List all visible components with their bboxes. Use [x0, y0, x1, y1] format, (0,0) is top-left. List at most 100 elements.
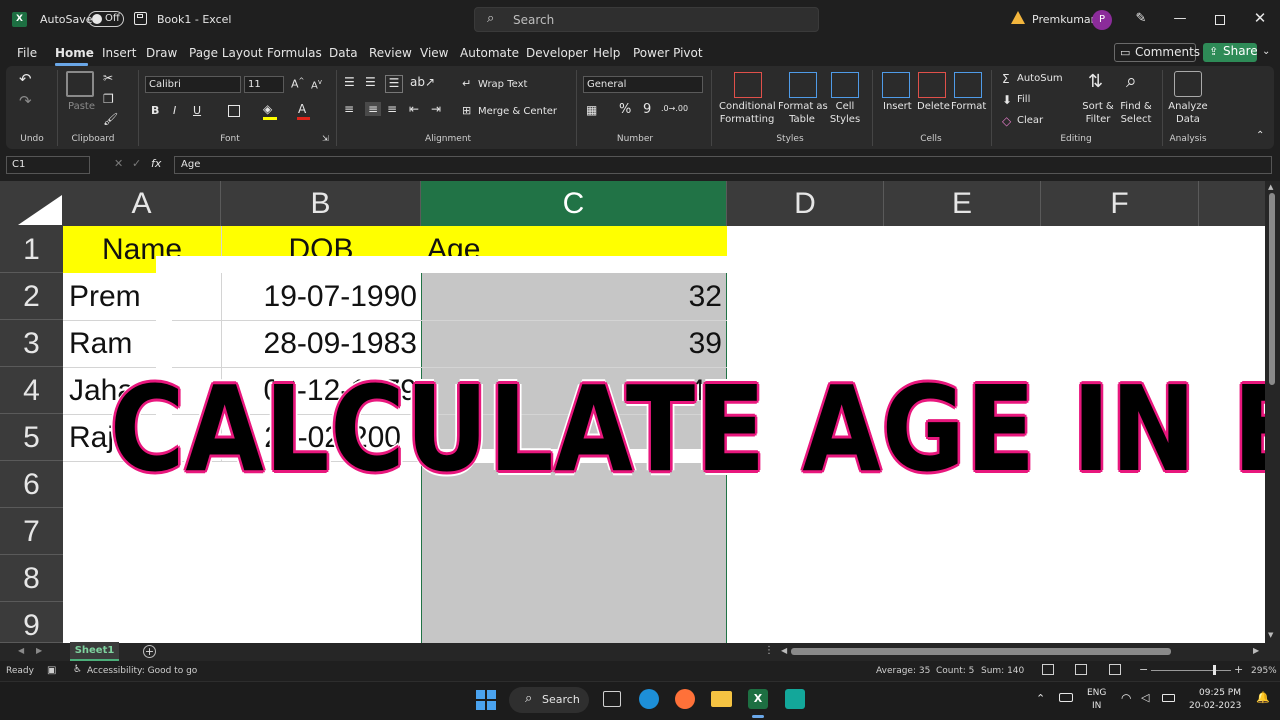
sum-status[interactable]: Sum: 140 — [981, 666, 1024, 676]
search-box[interactable]: ⌕ Search — [474, 7, 819, 32]
increase-font-icon[interactable]: A^ — [291, 77, 304, 91]
row-header-9[interactable]: 9 — [0, 602, 63, 643]
save-icon[interactable] — [134, 12, 147, 25]
delete-cells-icon[interactable] — [918, 72, 946, 98]
battery-icon[interactable] — [1162, 694, 1175, 702]
row-header-7[interactable]: 7 — [0, 508, 63, 555]
borders-icon[interactable] — [228, 105, 240, 117]
vertical-scroll-thumb[interactable] — [1269, 193, 1275, 385]
tab-help[interactable]: Help — [593, 46, 620, 60]
format-painter-icon[interactable]: 🖌 — [103, 112, 118, 126]
row-header-8[interactable]: 8 — [0, 555, 63, 602]
insert-button[interactable]: Insert — [883, 101, 912, 112]
conditional-formatting-button[interactable]: Conditional Formatting — [719, 100, 776, 126]
format-button[interactable]: Format — [951, 101, 986, 112]
analyze-data-icon[interactable] — [1174, 71, 1202, 97]
accessibility-status[interactable]: Accessibility: Good to go — [87, 666, 197, 676]
accessibility-icon[interactable]: ♿ — [73, 664, 82, 675]
share-button[interactable]: ⇪ Share — [1203, 43, 1258, 62]
scroll-right-icon[interactable]: ▶ — [1253, 646, 1259, 655]
wifi-icon[interactable]: ◠ — [1121, 691, 1131, 705]
copy-icon[interactable]: ❐ — [103, 92, 114, 106]
font-size-dropdown[interactable]: 11 — [244, 76, 284, 93]
increase-decimal-icon[interactable]: .0→.00 — [661, 104, 688, 113]
row-header-1[interactable]: 1 — [0, 226, 63, 273]
pen-icon[interactable]: ✎ — [1134, 12, 1148, 26]
horizontal-scroll-thumb[interactable] — [791, 648, 1171, 655]
language-indicator-bottom[interactable]: IN — [1092, 701, 1101, 711]
cancel-formula-icon[interactable]: ✕ — [114, 157, 123, 170]
decrease-indent-icon[interactable]: ⇤ — [409, 102, 419, 116]
row-header-3[interactable]: 3 — [0, 320, 63, 367]
name-box[interactable]: C1 — [6, 156, 90, 174]
minimize-icon[interactable]: — — [1173, 12, 1187, 26]
keyboard-icon[interactable] — [1059, 693, 1073, 702]
enter-formula-icon[interactable]: ✓ — [132, 157, 141, 170]
center-icon[interactable]: ≡ — [365, 102, 381, 116]
column-header-c[interactable]: C — [421, 181, 727, 226]
formula-input[interactable]: Age — [174, 156, 1272, 174]
file-explorer-icon[interactable] — [711, 691, 732, 707]
percent-icon[interactable]: % — [619, 102, 631, 117]
paste-label[interactable]: Paste — [68, 101, 95, 112]
tab-home[interactable]: Home — [55, 46, 94, 60]
align-right-icon[interactable]: ≡ — [387, 102, 397, 116]
merge-icon[interactable]: ⊞ — [462, 104, 471, 117]
tab-developer[interactable]: Developer — [526, 46, 588, 60]
conditional-formatting-icon[interactable] — [734, 72, 762, 98]
ribbon-options-icon[interactable]: ⌄ — [1262, 46, 1270, 57]
format-as-table-button[interactable]: Format as Table — [778, 100, 828, 126]
column-header-d[interactable]: D — [727, 181, 884, 226]
maximize-icon[interactable] — [1215, 15, 1225, 25]
tab-page-layout[interactable]: Page Layout — [189, 46, 263, 60]
italic-icon[interactable]: I — [173, 104, 176, 117]
avatar[interactable]: P — [1092, 10, 1112, 30]
warning-icon[interactable] — [1011, 11, 1025, 24]
taskbar-search[interactable]: ⌕ Search — [509, 687, 589, 713]
middle-align-icon[interactable]: ☰ — [365, 75, 376, 89]
macro-record-icon[interactable]: ▣ — [47, 665, 56, 676]
close-icon[interactable]: ✕ — [1253, 11, 1267, 26]
find-select-button[interactable]: Find & Select — [1117, 100, 1155, 126]
average-status[interactable]: Average: 35 — [876, 666, 930, 676]
vertical-scrollbar[interactable]: ▲ ▼ — [1265, 181, 1280, 643]
row-header-5[interactable]: 5 — [0, 414, 63, 461]
undo-icon[interactable]: ↶ — [19, 70, 32, 88]
sheet-tab-sheet1[interactable]: Sheet1 — [70, 642, 119, 661]
page-break-view-icon[interactable] — [1109, 664, 1121, 675]
tab-view[interactable]: View — [420, 46, 448, 60]
tab-formulas[interactable]: Formulas — [267, 46, 322, 60]
cell-styles-icon[interactable] — [831, 72, 859, 98]
user-name[interactable]: Premkumar — [1032, 13, 1095, 26]
prev-sheet-icon[interactable]: ◀ — [18, 646, 24, 655]
zoom-slider[interactable] — [1151, 665, 1231, 675]
notification-bell-icon[interactable]: 🔔 — [1256, 691, 1270, 704]
zoom-slider-thumb[interactable] — [1213, 665, 1216, 675]
column-header-f[interactable]: F — [1041, 181, 1199, 226]
paste-icon[interactable] — [66, 71, 94, 97]
zoom-in-icon[interactable]: + — [1234, 663, 1243, 676]
row-header-2[interactable]: 2 — [0, 273, 63, 320]
tab-review[interactable]: Review — [369, 46, 412, 60]
underline-icon[interactable]: U — [193, 104, 201, 117]
sort-filter-icon[interactable]: ⇅ — [1088, 71, 1103, 92]
clear-icon[interactable]: ◇ — [1002, 114, 1011, 128]
number-format-dropdown[interactable]: General — [583, 76, 703, 93]
wrap-text-button[interactable]: Wrap Text — [478, 79, 527, 90]
bottom-align-icon[interactable]: ☰ — [385, 75, 403, 93]
find-select-icon[interactable]: ⌕ — [1126, 70, 1137, 92]
decrease-font-icon[interactable]: Av — [311, 78, 322, 91]
clock-time[interactable]: 09:25 PM — [1199, 688, 1241, 698]
insert-function-icon[interactable]: fx — [151, 157, 161, 170]
excel-taskbar-icon[interactable]: X — [748, 689, 768, 709]
add-sheet-icon[interactable]: + — [143, 645, 156, 658]
show-hidden-icons[interactable]: ⌃ — [1036, 692, 1045, 705]
wrap-text-icon[interactable]: ↵ — [462, 77, 471, 90]
select-all-corner[interactable] — [0, 181, 63, 226]
cell-b2[interactable]: 19-07-1990 — [221, 274, 417, 320]
font-name-dropdown[interactable]: Calibri — [145, 76, 241, 93]
fill-color-icon[interactable]: ◈ — [263, 102, 272, 116]
cell-a2[interactable]: Prem — [69, 274, 155, 320]
volume-icon[interactable]: ◁ — [1141, 691, 1149, 704]
tab-data[interactable]: Data — [329, 46, 358, 60]
